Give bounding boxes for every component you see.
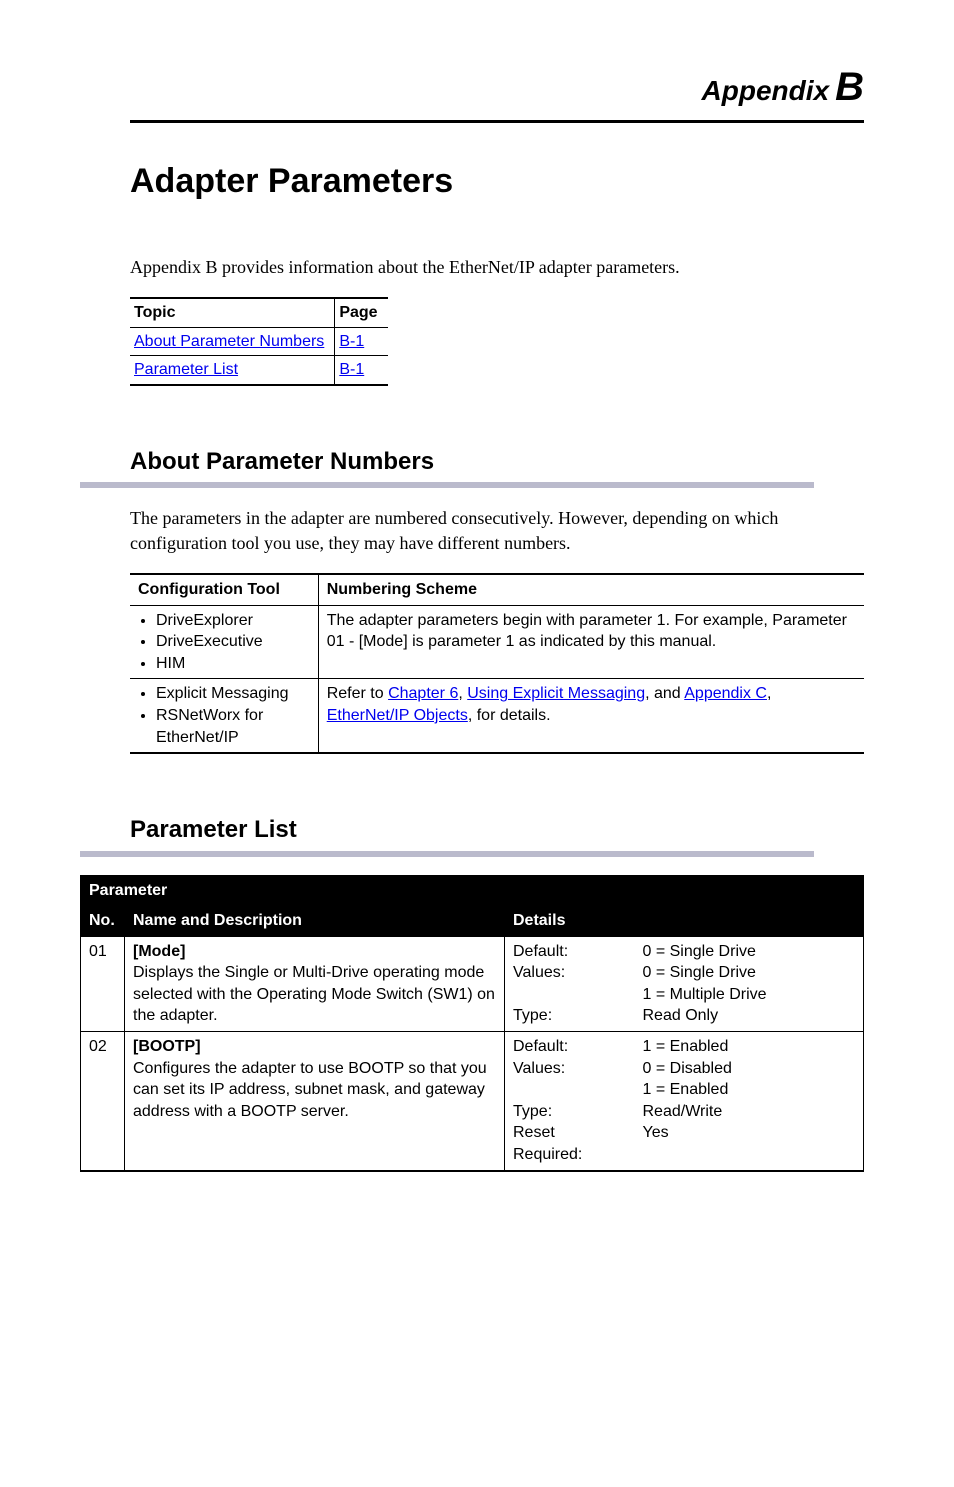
param-no: 01 — [81, 936, 125, 1031]
list-item: RSNetWorx for EtherNet/IP — [156, 705, 310, 748]
detail-key: Reset Required: — [513, 1124, 582, 1163]
list-item: HIM — [156, 653, 310, 675]
param-name: [BOOTP] — [133, 1038, 201, 1055]
section-heading-about: About Parameter Numbers — [80, 446, 814, 488]
chapter-link[interactable]: Chapter 6 — [388, 685, 458, 702]
table-row: 01 [Mode] Displays the Single or Multi-D… — [81, 936, 864, 1031]
param-desc-cell: [BOOTP] Configures the adapter to use BO… — [125, 1032, 505, 1171]
table-row: Explicit Messaging RSNetWorx for EtherNe… — [130, 679, 864, 753]
parameter-table: Parameter No. Name and Description Detai… — [80, 875, 864, 1172]
tool-list: DriveExplorer DriveExecutive HIM — [156, 610, 310, 675]
detail-value: 1 = Enabled — [643, 1038, 729, 1055]
page-title: Adapter Parameters — [130, 159, 864, 205]
table-row: 02 [BOOTP] Configures the adapter to use… — [81, 1032, 864, 1171]
param-header-name: Name and Description — [125, 906, 505, 937]
topic-link[interactable]: About Parameter Numbers — [134, 333, 324, 350]
page-link[interactable]: B-1 — [339, 361, 364, 378]
detail-key: Values: — [513, 1060, 565, 1077]
param-desc-cell: [Mode] Displays the Single or Multi-Driv… — [125, 936, 505, 1031]
page-header: Page — [335, 298, 388, 327]
scheme-text: The adapter parameters begin with parame… — [318, 605, 864, 679]
param-header-details: Details — [505, 906, 864, 937]
config-header-scheme: Numbering Scheme — [318, 574, 864, 605]
detail-value: 0 = Disabled — [643, 1060, 732, 1077]
topic-link[interactable]: Parameter List — [134, 361, 238, 378]
param-detail-values: 0 = Single Drive 0 = Single Drive 1 = Mu… — [635, 936, 864, 1031]
appendix-label: Appendix — [702, 72, 830, 110]
appendix-letter: B — [835, 60, 864, 114]
param-detail-keys: Default: Values: Type: Reset Required: — [505, 1032, 635, 1171]
appendix-link[interactable]: Appendix C — [684, 685, 767, 702]
about-paragraph: The parameters in the adapter are number… — [130, 506, 864, 555]
config-header-tool: Configuration Tool — [130, 574, 318, 605]
text: , and — [645, 685, 684, 702]
text: Refer to — [327, 685, 388, 702]
detail-key: Type: — [513, 1103, 552, 1120]
detail-value: 0 = Single Drive — [643, 964, 756, 981]
table-row: Parameter List B-1 — [130, 356, 388, 385]
detail-value: 1 = Enabled — [643, 1081, 729, 1098]
table-row: DriveExplorer DriveExecutive HIM The ada… — [130, 605, 864, 679]
param-header-no: No. — [81, 906, 125, 937]
list-item: DriveExecutive — [156, 631, 310, 653]
detail-value: 1 = Multiple Drive — [643, 986, 767, 1003]
detail-key: Default: — [513, 1038, 568, 1055]
param-detail-values: 1 = Enabled 0 = Disabled 1 = Enabled Rea… — [635, 1032, 864, 1171]
chapter-link[interactable]: Using Explicit Messaging — [467, 685, 645, 702]
text: , — [767, 685, 771, 702]
page-link[interactable]: B-1 — [339, 333, 364, 350]
detail-key: Type: — [513, 1007, 552, 1024]
text: , — [458, 685, 467, 702]
section-heading-paramlist: Parameter List — [80, 814, 814, 856]
param-desc: Configures the adapter to use BOOTP so t… — [133, 1060, 487, 1120]
intro-paragraph: Appendix B provides information about th… — [130, 255, 864, 279]
param-detail-keys: Default: Values: Type: — [505, 936, 635, 1031]
param-desc: Displays the Single or Multi-Drive opera… — [133, 964, 495, 1024]
tool-list: Explicit Messaging RSNetWorx for EtherNe… — [156, 683, 310, 748]
topic-header: Topic — [130, 298, 335, 327]
table-row: About Parameter Numbers B-1 — [130, 327, 388, 356]
list-item: Explicit Messaging — [156, 683, 310, 705]
topic-table: Topic Page About Parameter Numbers B-1 P… — [130, 297, 388, 386]
detail-value: Read Only — [643, 1007, 719, 1024]
detail-key: Default: — [513, 943, 568, 960]
detail-key: Values: — [513, 964, 565, 981]
param-no: 02 — [81, 1032, 125, 1171]
appendix-link[interactable]: EtherNet/IP Objects — [327, 707, 468, 724]
detail-value: Yes — [643, 1124, 669, 1141]
param-name: [Mode] — [133, 943, 185, 960]
list-item: DriveExplorer — [156, 610, 310, 632]
detail-value: Read/Write — [643, 1103, 723, 1120]
detail-value: 0 = Single Drive — [643, 943, 756, 960]
text: , for details. — [468, 707, 551, 724]
scheme-text: Refer to Chapter 6, Using Explicit Messa… — [318, 679, 864, 753]
param-group-header: Parameter — [81, 875, 864, 906]
config-tool-table: Configuration Tool Numbering Scheme Driv… — [130, 573, 864, 754]
appendix-header: Appendix B — [130, 60, 864, 123]
